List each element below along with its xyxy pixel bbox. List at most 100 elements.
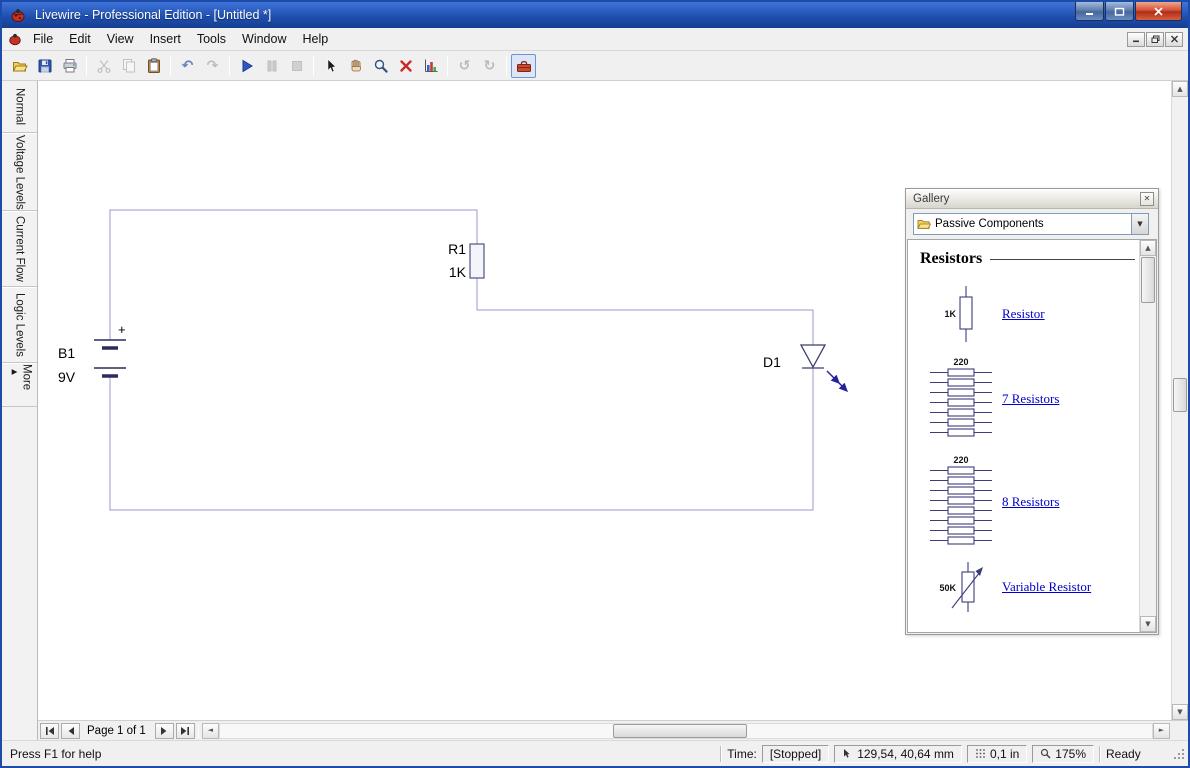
scroll-down-button[interactable]: ▼ bbox=[1172, 704, 1188, 720]
previous-page-button[interactable] bbox=[61, 723, 80, 739]
view-tab-strip: NormalVoltage LevelsCurrent FlowLogic Le… bbox=[2, 81, 38, 740]
select-button[interactable] bbox=[318, 54, 343, 78]
gallery-close-button[interactable]: ✕ bbox=[1140, 192, 1154, 206]
first-page-button[interactable] bbox=[40, 723, 59, 739]
scroll-left-button[interactable]: ◄ bbox=[202, 723, 219, 739]
toolbar-separator bbox=[229, 56, 230, 76]
status-help-text: Press F1 for help bbox=[4, 747, 101, 761]
gallery-item-variable-resistor: 50KVariable Resistor bbox=[920, 558, 1139, 616]
resistor-single-icon[interactable]: 1K bbox=[920, 284, 1002, 344]
mdi-close-button[interactable] bbox=[1165, 32, 1183, 47]
side-tab-current-flow[interactable]: Current Flow bbox=[2, 211, 37, 287]
print-button[interactable] bbox=[57, 54, 82, 78]
close-button[interactable] bbox=[1135, 2, 1182, 21]
last-page-button[interactable] bbox=[176, 723, 195, 739]
menu-item-view[interactable]: View bbox=[99, 30, 142, 49]
title-bar[interactable]: Livewire - Professional Edition - [Untit… bbox=[2, 2, 1188, 28]
resistor-value-label: 1K bbox=[449, 264, 467, 280]
close-icon: ✕ bbox=[1144, 195, 1151, 203]
undo-button[interactable]: ↶ bbox=[175, 54, 200, 78]
side-tab-logic-levels[interactable]: Logic Levels bbox=[2, 287, 37, 363]
menu-item-file[interactable]: File bbox=[25, 30, 61, 49]
vertical-scrollbar[interactable]: ▲ ▼ bbox=[1171, 81, 1188, 720]
mdi-restore-button[interactable] bbox=[1146, 32, 1164, 47]
chart-icon bbox=[423, 58, 439, 74]
gallery-scrollbar[interactable]: ▲ ▼ bbox=[1139, 240, 1156, 632]
next-page-button[interactable] bbox=[155, 723, 174, 739]
resistor-variable-icon[interactable]: 50K bbox=[920, 558, 1002, 616]
pan-button[interactable] bbox=[343, 54, 368, 78]
wire-segment[interactable] bbox=[110, 368, 813, 510]
svg-text:1K: 1K bbox=[944, 309, 956, 319]
gallery-scrollbar-thumb[interactable] bbox=[1141, 257, 1155, 303]
toolbar-separator bbox=[506, 56, 507, 76]
battery-b1[interactable]: + B1 9V bbox=[58, 322, 126, 385]
led-d1[interactable]: D1 bbox=[763, 345, 847, 391]
horizontal-scrollbar-thumb[interactable] bbox=[613, 724, 747, 738]
menu-item-insert[interactable]: Insert bbox=[142, 30, 189, 49]
gallery-title-bar[interactable]: Gallery ✕ bbox=[906, 189, 1158, 209]
folder-icon bbox=[917, 218, 931, 230]
left-arrow-icon: ◄ bbox=[208, 727, 213, 734]
stop-button[interactable] bbox=[284, 54, 309, 78]
pause-button[interactable] bbox=[259, 54, 284, 78]
floppy-icon bbox=[37, 58, 53, 74]
first-page-icon bbox=[45, 726, 55, 736]
resistor-array-icon[interactable]: 220 bbox=[920, 454, 1002, 550]
vertical-scrollbar-thumb[interactable] bbox=[1173, 378, 1187, 412]
menu-item-window[interactable]: Window bbox=[234, 30, 294, 49]
zoom-button[interactable] bbox=[368, 54, 393, 78]
resistor-r1[interactable]: R1 1K bbox=[448, 241, 484, 280]
side-tab-normal[interactable]: Normal bbox=[2, 81, 37, 133]
rotate-left-button[interactable]: ↺ bbox=[452, 54, 477, 78]
toolbox-button[interactable] bbox=[511, 54, 536, 78]
gallery-link-variable-resistor[interactable]: Variable Resistor bbox=[1002, 579, 1091, 595]
open-button[interactable] bbox=[7, 54, 32, 78]
save-button[interactable] bbox=[32, 54, 57, 78]
side-tab-more[interactable]: More ▸ bbox=[2, 363, 37, 407]
simulation-state: [Stopped] bbox=[770, 747, 821, 761]
menu-item-help[interactable]: Help bbox=[295, 30, 337, 49]
status-right-group: Time: [Stopped] 129,54, 40,64 mm 0,1 in … bbox=[720, 745, 1186, 763]
zoom-icon bbox=[1040, 748, 1051, 759]
red-x-icon bbox=[398, 58, 414, 74]
minimize-button[interactable] bbox=[1075, 2, 1104, 21]
gallery-scroll-up-button[interactable]: ▲ bbox=[1140, 240, 1156, 256]
redo-button[interactable]: ↷ bbox=[200, 54, 225, 78]
wire-segment[interactable] bbox=[477, 278, 813, 345]
menu-item-tools[interactable]: Tools bbox=[189, 30, 234, 49]
resistor-array-icon[interactable]: 220 bbox=[920, 356, 1002, 442]
copy-button[interactable] bbox=[116, 54, 141, 78]
menu-item-edit[interactable]: Edit bbox=[61, 30, 99, 49]
delete-button[interactable] bbox=[393, 54, 418, 78]
mdi-minimize-button[interactable] bbox=[1127, 32, 1145, 47]
scroll-up-button[interactable]: ▲ bbox=[1172, 81, 1188, 97]
gallery-link-8-resistors[interactable]: 8 Resistors bbox=[1002, 494, 1059, 510]
side-tab-label: More ▸ bbox=[7, 364, 33, 406]
paste-button[interactable] bbox=[141, 54, 166, 78]
run-button[interactable] bbox=[234, 54, 259, 78]
cut-button[interactable] bbox=[91, 54, 116, 78]
status-divider bbox=[1099, 746, 1101, 762]
wire-segment[interactable] bbox=[110, 210, 477, 340]
undo-icon: ↶ bbox=[182, 59, 194, 73]
scroll-right-button[interactable]: ► bbox=[1153, 723, 1170, 739]
schematic-canvas[interactable]: + B1 9V R1 1K D1 bbox=[38, 81, 1171, 720]
maximize-button[interactable] bbox=[1105, 2, 1134, 21]
side-tab-voltage-levels[interactable]: Voltage Levels bbox=[2, 133, 37, 211]
combobox-dropdown-button[interactable]: ▼ bbox=[1131, 214, 1148, 234]
rotate-right-button[interactable]: ↻ bbox=[477, 54, 502, 78]
gallery-link-resistor[interactable]: Resistor bbox=[1002, 306, 1045, 322]
gallery-item-list: 1KResistor2207 Resistors2208 Resistors50… bbox=[920, 284, 1139, 616]
printer-icon bbox=[62, 58, 78, 74]
graph-button[interactable] bbox=[418, 54, 443, 78]
app-window: Livewire - Professional Edition - [Untit… bbox=[0, 0, 1190, 768]
simulation-state-box: [Stopped] bbox=[762, 745, 829, 763]
gallery-link-7-resistors[interactable]: 7 Resistors bbox=[1002, 391, 1059, 407]
gallery-scroll-down-button[interactable]: ▼ bbox=[1140, 616, 1156, 632]
gallery-category-combobox[interactable]: Passive Components ▼ bbox=[913, 213, 1149, 235]
horizontal-scrollbar-track[interactable] bbox=[219, 723, 1153, 739]
resize-grip[interactable] bbox=[1171, 746, 1186, 761]
battery-plus-label: + bbox=[118, 322, 126, 337]
hand-icon bbox=[348, 58, 364, 74]
